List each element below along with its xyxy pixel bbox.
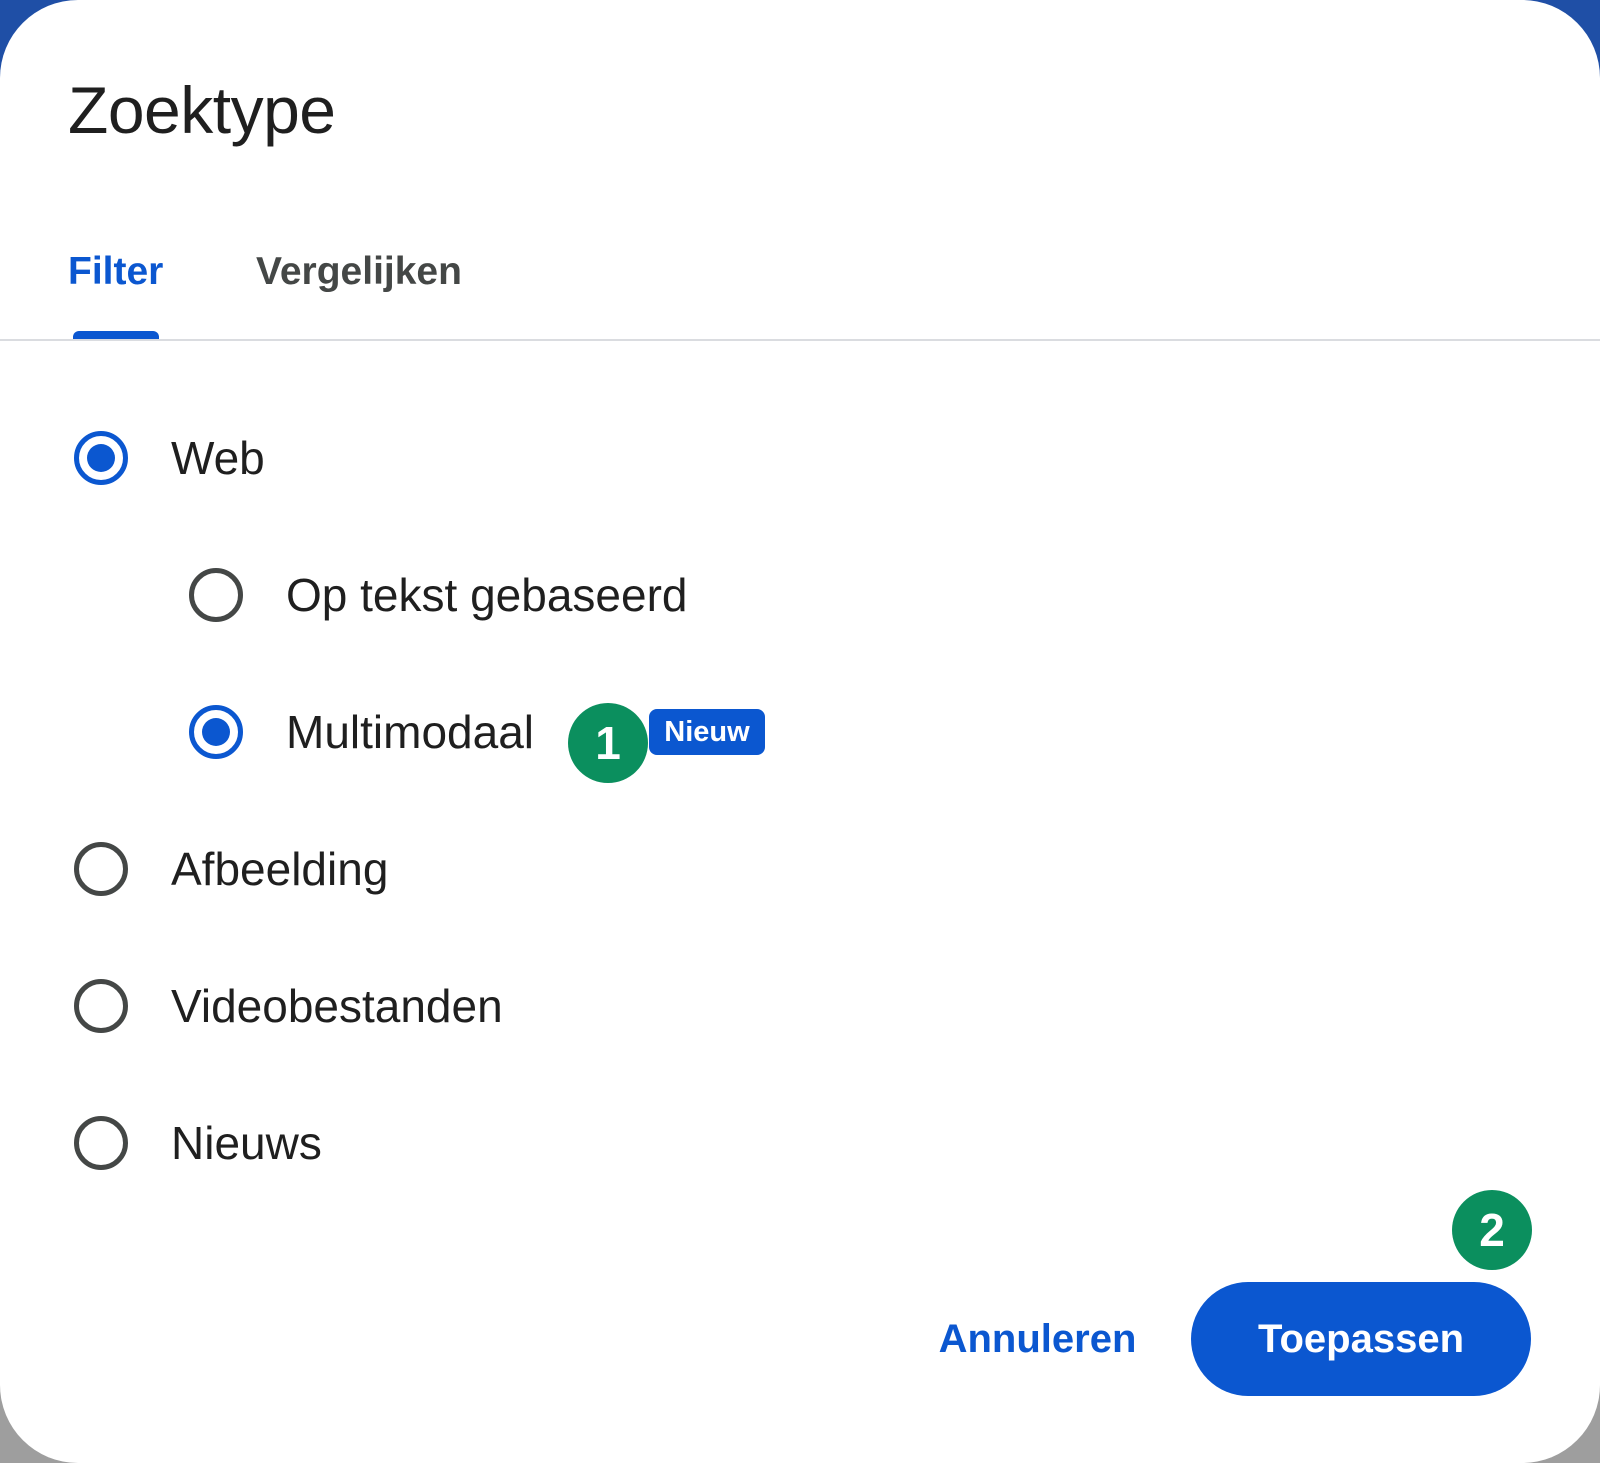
option-label: Videobestanden xyxy=(171,980,503,1032)
option-video[interactable]: Videobestanden xyxy=(74,966,503,1046)
radio-unchecked-icon[interactable] xyxy=(74,979,128,1033)
tab-divider xyxy=(0,339,1600,341)
tab-compare[interactable]: Vergelijken xyxy=(256,250,462,294)
option-text-based[interactable]: Op tekst gebaseerd xyxy=(189,555,687,635)
tab-bar: Filter Vergelijken xyxy=(0,228,1600,340)
step-marker-2: 2 xyxy=(1452,1190,1532,1270)
option-image[interactable]: Afbeelding xyxy=(74,829,388,909)
option-label: Multimodaal xyxy=(286,706,534,758)
radio-unchecked-icon[interactable] xyxy=(74,842,128,896)
new-badge: Nieuw xyxy=(649,709,765,755)
step-marker-1: 1 xyxy=(568,703,648,783)
option-label: Nieuws xyxy=(171,1117,322,1169)
option-label: Op tekst gebaseerd xyxy=(286,569,688,621)
option-multimodal[interactable]: Multimodaal xyxy=(189,692,534,772)
search-type-dialog: Zoektype Filter Vergelijken Web Op tekst… xyxy=(0,0,1600,1463)
option-web[interactable]: Web xyxy=(74,418,265,498)
tab-active-indicator xyxy=(73,331,159,339)
option-news[interactable]: Nieuws xyxy=(74,1103,322,1183)
radio-checked-icon[interactable] xyxy=(189,705,243,759)
tab-filter[interactable]: Filter xyxy=(68,250,163,294)
radio-unchecked-icon[interactable] xyxy=(189,568,243,622)
option-label: Web xyxy=(171,432,265,484)
radio-unchecked-icon[interactable] xyxy=(74,1116,128,1170)
dialog-title: Zoektype xyxy=(68,73,336,147)
cancel-button[interactable]: Annuleren xyxy=(930,1283,1145,1395)
apply-button[interactable]: Toepassen xyxy=(1191,1282,1531,1396)
option-label: Afbeelding xyxy=(171,843,389,895)
radio-checked-icon[interactable] xyxy=(74,431,128,485)
